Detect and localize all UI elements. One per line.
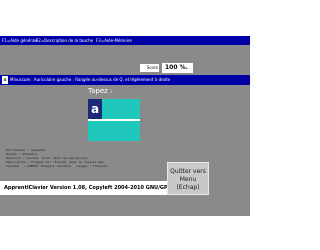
key-letter: a xyxy=(88,99,102,119)
quit-to-menu-button[interactable]: Quitter vers Menu (Echap) xyxy=(167,162,209,195)
key-display-top-row: a xyxy=(88,99,140,119)
score-value: 100 %. xyxy=(162,63,193,73)
menu-item-general-help[interactable]: F1=Aide générale xyxy=(2,37,38,44)
version-bar: ApprentiClavier Version 1.08, Copyleft 2… xyxy=(0,181,171,195)
app-window: F1=Aide générale F2=Description de la to… xyxy=(0,36,250,216)
menu-bar: F1=Aide générale F2=Description de la to… xyxy=(0,36,250,45)
key-display-bottom-row xyxy=(88,121,140,141)
instruction-key-indicator: a xyxy=(2,76,8,84)
score-label: Score xyxy=(140,64,159,72)
info-line: touches : AZERTY français standard Langu… xyxy=(6,164,108,168)
quit-button-label-line3: (Echap) xyxy=(176,184,200,191)
instruction-text: Minuscule : Auriculaire gauche : Rangée … xyxy=(10,77,171,82)
session-info: Utilisateur : Apprenti Niveau : Standard E… xyxy=(6,148,156,168)
menu-item-key-description[interactable]: F2=Description de la touche xyxy=(36,37,93,44)
key-display: a xyxy=(88,99,140,141)
type-prompt: Tapez : xyxy=(88,87,113,95)
version-text: ApprentiClavier Version 1.08, Copyleft 2… xyxy=(4,185,171,191)
instruction-bar: a Minuscule : Auriculaire gauche : Rangé… xyxy=(0,75,250,85)
quit-button-label-line2: Menu xyxy=(179,176,197,183)
menu-item-memo-aid[interactable]: F3=Aide-Mémoire xyxy=(96,37,132,44)
quit-button-label-line1: Quitter vers xyxy=(170,168,206,175)
